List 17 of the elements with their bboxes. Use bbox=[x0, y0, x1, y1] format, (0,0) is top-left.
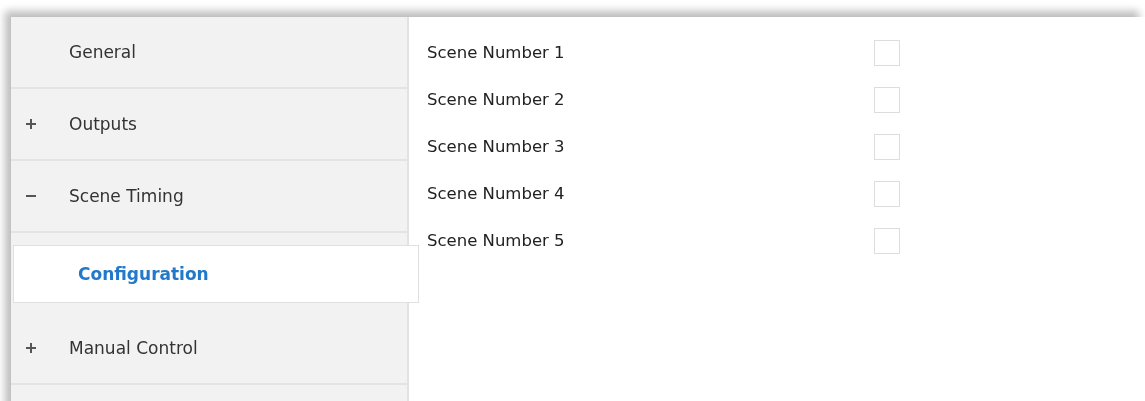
checkbox[interactable] bbox=[874, 39, 900, 66]
scene-label: Scene Number 1 bbox=[427, 43, 566, 62]
scene-label: Scene Number 5 bbox=[427, 231, 566, 250]
scene-label: Scene Number 4 bbox=[427, 184, 566, 203]
sidebar-item[interactable]: General bbox=[11, 17, 407, 89]
checkbox[interactable] bbox=[874, 227, 900, 254]
sidebar-item[interactable]: Scene Timing bbox=[11, 161, 407, 233]
checkbox[interactable] bbox=[874, 86, 900, 113]
sidebar-item[interactable]: Configuration bbox=[13, 245, 419, 303]
plus-icon[interactable] bbox=[25, 118, 37, 130]
plus-icon[interactable] bbox=[25, 342, 37, 354]
checkbox[interactable] bbox=[874, 180, 900, 207]
scene-label: Scene Number 2 bbox=[427, 90, 566, 109]
sidebar-item[interactable]: Outputs bbox=[11, 89, 407, 161]
sidebar-item[interactable]: Manual Control bbox=[11, 313, 407, 385]
checkbox[interactable] bbox=[874, 133, 900, 160]
scene-label: Scene Number 3 bbox=[427, 137, 566, 156]
